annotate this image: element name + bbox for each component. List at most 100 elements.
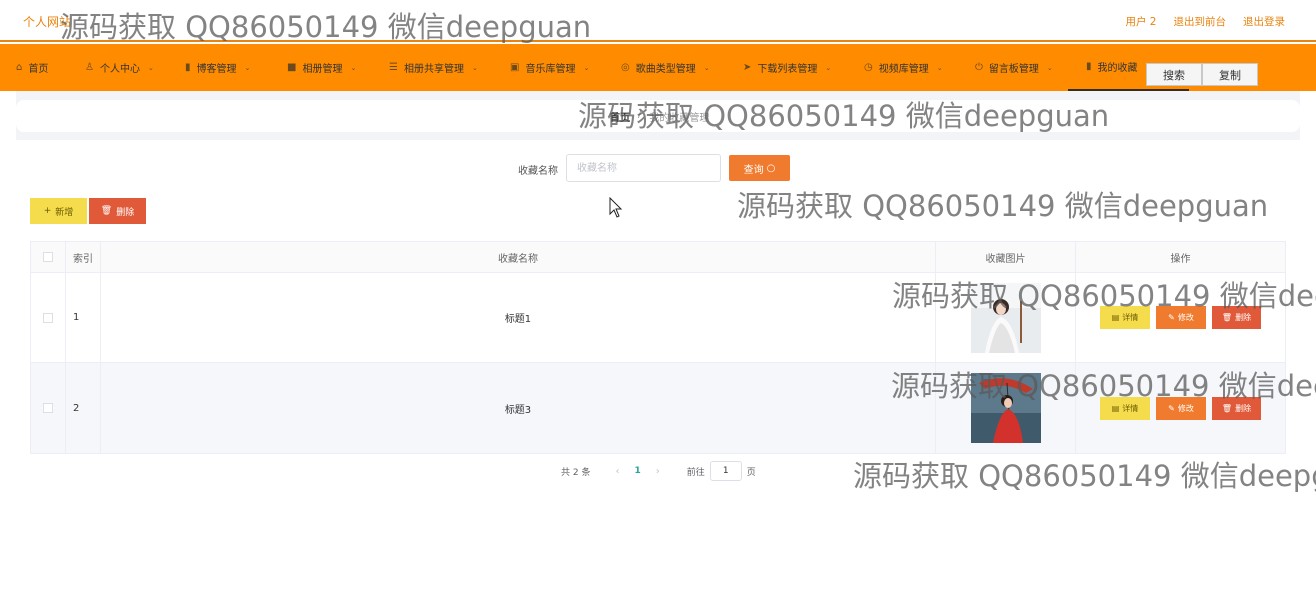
edit-button[interactable]: ✎ 修改 (1156, 396, 1206, 420)
row-checkbox[interactable] (43, 403, 53, 413)
chevron-down-icon: ⌄ (825, 63, 832, 72)
site-title: 个人网站 (23, 15, 72, 29)
detail-button[interactable]: ▤ 详情 (1100, 396, 1150, 420)
document-icon: ▤ (1111, 313, 1120, 322)
favorite-thumbnail[interactable] (970, 373, 1041, 443)
list-icon: ☰ (389, 62, 398, 73)
batch-delete-button[interactable]: 🗑 删除 (89, 198, 146, 224)
goto-page-input[interactable] (709, 461, 742, 481)
goto-prefix: 前往 (686, 467, 705, 478)
goto-suffix: 页 (746, 467, 756, 478)
breadcrumb-home[interactable]: 首页 (610, 109, 630, 124)
remove-label: 删除 (1235, 313, 1252, 322)
plus-icon: + (43, 206, 52, 216)
pencil-icon: ✎ (1168, 313, 1175, 322)
header-index: 索引 (66, 242, 101, 272)
edit-label: 修改 (1177, 403, 1194, 413)
chevron-down-icon: ⌄ (583, 63, 590, 72)
query-button[interactable]: 查询 ○ (729, 155, 790, 181)
nav-label: 相册管理 (302, 64, 343, 75)
detail-button[interactable]: ▤ 详情 (1100, 306, 1150, 329)
logout-link[interactable]: 退出登录 (1243, 14, 1285, 29)
chevron-down-icon: ⌄ (936, 63, 943, 72)
row-checkbox[interactable] (43, 312, 53, 323)
nav-item-music[interactable]: ▣ 音乐库管理 ⌄ (510, 44, 589, 91)
pagination-total: 共 2 条 (561, 467, 591, 478)
header-ops: 操作 (1170, 253, 1191, 265)
nav-item-home[interactable]: ⌂ 首页 (16, 44, 48, 91)
delete-row-button[interactable]: 🗑 删除 (1212, 306, 1261, 329)
nav-item-profile[interactable]: ♙ 个人中心 ⌄ (85, 44, 154, 91)
page-number[interactable]: 1 (634, 466, 640, 476)
add-button-label: 新增 (55, 207, 74, 218)
chevron-down-icon: ⌄ (1046, 63, 1053, 72)
nav-item-song-type[interactable]: ◎ 歌曲类型管理 ⌄ (621, 44, 710, 91)
detail-label: 详情 (1122, 403, 1139, 413)
current-user-link[interactable]: 用户 2 (1125, 14, 1156, 29)
nav-item-download[interactable]: ➤ 下载列表管理 ⌄ (743, 44, 831, 91)
nav-label: 相册共享管理 (403, 64, 464, 75)
chevron-down-icon: ⌄ (703, 63, 710, 72)
search-input[interactable] (566, 154, 721, 182)
breadcrumb-separator: / (638, 109, 642, 120)
delete-row-button[interactable]: 🗑 删除 (1212, 396, 1261, 420)
chevron-down-icon: ⌄ (471, 63, 478, 72)
camera-icon: ■ (287, 62, 297, 73)
query-button-label: 查询 (743, 164, 764, 176)
favorites-table: 索引 收藏名称 收藏图片 操作 1 标题1 ▤ 详情 ✎ 修改 🗑 删除 2 标… (30, 241, 1286, 454)
nav-label: 下载列表管理 (757, 64, 818, 75)
table-header: 索引 收藏名称 收藏图片 操作 (31, 242, 1285, 273)
search-button[interactable]: 搜索 (1146, 63, 1202, 86)
nav-label: 音乐库管理 (525, 64, 576, 75)
chart-icon: ▮ (185, 62, 191, 73)
edit-label: 修改 (1177, 313, 1194, 322)
nav-item-blog[interactable]: ▮ 博客管理 ⌄ (185, 44, 250, 91)
select-all-checkbox[interactable] (43, 252, 53, 262)
header-name: 收藏名称 (101, 242, 936, 272)
favorite-thumbnail[interactable] (970, 282, 1041, 353)
copy-button[interactable]: 复制 (1202, 63, 1258, 86)
nav-label: 博客管理 (196, 64, 237, 75)
video-icon: ◷ (864, 62, 873, 73)
chevron-down-icon: ⌄ (244, 63, 251, 72)
exit-to-frontend-link[interactable]: 退出到前台 (1174, 14, 1227, 29)
detail-label: 详情 (1122, 313, 1139, 322)
row-check-cell (31, 273, 66, 362)
tag-icon: ◎ (621, 62, 630, 73)
row-name: 标题1 (101, 273, 936, 362)
row-actions: ▤ 详情 ✎ 修改 🗑 删除 (1076, 363, 1285, 453)
power-icon: ⏻ (975, 62, 983, 73)
chevron-down-icon: ⌄ (350, 63, 357, 72)
nav-label: 留言板管理 (988, 64, 1039, 75)
chevron-left-icon[interactable]: ‹ (615, 466, 619, 477)
row-check-cell (31, 363, 66, 453)
add-button[interactable]: + 新增 (30, 198, 87, 224)
nav-label: 歌曲类型管理 (635, 64, 696, 75)
search-label: 收藏名称 (518, 166, 558, 177)
row-index: 1 (66, 273, 101, 362)
nav-item-album[interactable]: ■ 相册管理 ⌄ (287, 44, 356, 91)
music-icon: ▣ (510, 62, 520, 73)
nav-item-guestbook[interactable]: ⏻ 留言板管理 ⌄ (975, 44, 1053, 91)
table-row: 2 标题3 ▤ 详情 ✎ 修改 🗑 删除 (31, 363, 1285, 453)
remove-label: 删除 (1235, 403, 1252, 413)
nav-item-video[interactable]: ◷ 视频库管理 ⌄ (864, 44, 943, 91)
home-icon: ⌂ (16, 62, 23, 73)
search-icon: ○ (766, 162, 776, 174)
row-actions: ▤ 详情 ✎ 修改 🗑 删除 (1076, 273, 1285, 362)
row-index: 2 (66, 363, 101, 453)
nav-label: 我的收藏 (1097, 63, 1138, 74)
top-links: 用户 2 退出到前台 退出登录 (1125, 14, 1285, 29)
edit-button[interactable]: ✎ 修改 (1156, 306, 1206, 329)
delete-button-label: 删除 (116, 207, 135, 218)
chevron-right-icon[interactable]: › (656, 466, 660, 477)
row-image-cell (936, 363, 1076, 453)
nav-label: 视频库管理 (878, 64, 929, 75)
nav-item-album-share[interactable]: ☰ 相册共享管理 ⌄ (389, 44, 478, 91)
bookmark-icon: ▮ (1086, 61, 1092, 72)
send-icon: ➤ (743, 62, 752, 73)
document-icon: ▤ (1111, 403, 1120, 413)
header-image: 收藏图片 (936, 242, 1076, 272)
trash-icon: 🗑 (100, 206, 113, 216)
trash-icon: 🗑 (1221, 403, 1233, 413)
